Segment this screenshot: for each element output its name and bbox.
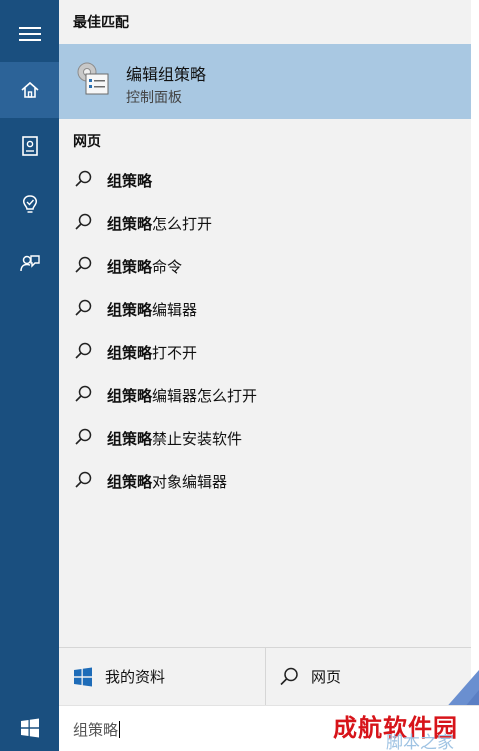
- cortana-sidebar: [0, 0, 59, 705]
- search-icon: [75, 342, 92, 359]
- web-suggestion[interactable]: 组策略禁止安装软件: [59, 418, 471, 458]
- web-suggestion-label: 组策略对象编辑器: [107, 473, 228, 491]
- best-match-result[interactable]: 编辑组策略 控制面板: [59, 44, 471, 119]
- text-caret: [119, 721, 121, 738]
- web-suggestion-label: 组策略命令: [107, 258, 183, 276]
- search-icon: [75, 213, 92, 230]
- home-button[interactable]: [0, 62, 59, 118]
- web-suggestion-label: 组策略打不开: [107, 344, 198, 362]
- web-suggestion-label: 组策略编辑器怎么打开: [107, 387, 258, 405]
- best-match-subtitle: 控制面板: [126, 90, 182, 106]
- lightbulb-icon: [22, 195, 37, 213]
- my-stuff-label: 我的资料: [105, 668, 166, 686]
- web-suggestion[interactable]: 组策略命令: [59, 246, 471, 286]
- web-suggestion[interactable]: 组策略打不开: [59, 332, 471, 372]
- windows-logo-icon: [74, 667, 92, 686]
- web-suggestion[interactable]: 组策略编辑器怎么打开: [59, 375, 471, 415]
- feedback-icon: [19, 255, 40, 272]
- divider: [265, 648, 266, 705]
- web-suggestion-label: 组策略怎么打开: [107, 215, 213, 233]
- web-suggestion[interactable]: 组策略对象编辑器: [59, 461, 471, 501]
- web-scope-label: 网页: [311, 668, 342, 686]
- web-suggestion[interactable]: 组策略: [59, 160, 471, 200]
- search-icon: [75, 256, 92, 273]
- search-results-panel: 最佳匹配 编辑组策略 控制面板 网页 组策略 组策略怎么打开 组策略命令 组策略…: [59, 0, 471, 705]
- hamburger-menu-button[interactable]: [0, 6, 59, 62]
- feedback-button[interactable]: [0, 235, 59, 291]
- windows-logo-icon: [20, 718, 39, 738]
- start-button[interactable]: [0, 705, 59, 751]
- search-icon: [75, 385, 92, 402]
- web-suggestion-label: 组策略禁止安装软件: [107, 430, 243, 448]
- home-icon: [20, 81, 39, 98]
- search-icon: [75, 428, 92, 445]
- web-scope-button[interactable]: 网页: [279, 648, 341, 705]
- web-suggestion-label: 组策略: [107, 172, 153, 190]
- search-input-value: 组策略: [73, 721, 121, 739]
- web-suggestion[interactable]: 组策略怎么打开: [59, 203, 471, 243]
- search-icon: [75, 471, 92, 488]
- web-suggestion-label: 组策略编辑器: [107, 301, 198, 319]
- my-stuff-button[interactable]: 我的资料: [73, 648, 165, 705]
- watermark-site: 脚本之家: [386, 733, 454, 751]
- web-suggestion[interactable]: 组策略编辑器: [59, 289, 471, 329]
- search-icon: [75, 170, 92, 187]
- reminders-button[interactable]: [0, 177, 59, 233]
- notebook-icon: [21, 136, 38, 156]
- control-panel-app-icon: [75, 60, 111, 102]
- notebook-button[interactable]: [0, 118, 59, 174]
- hamburger-icon: [18, 27, 41, 41]
- search-icon: [75, 299, 92, 316]
- best-match-heading: 最佳匹配: [73, 15, 129, 31]
- search-icon: [280, 667, 298, 685]
- best-match-title: 编辑组策略: [126, 65, 207, 84]
- web-heading: 网页: [73, 134, 101, 150]
